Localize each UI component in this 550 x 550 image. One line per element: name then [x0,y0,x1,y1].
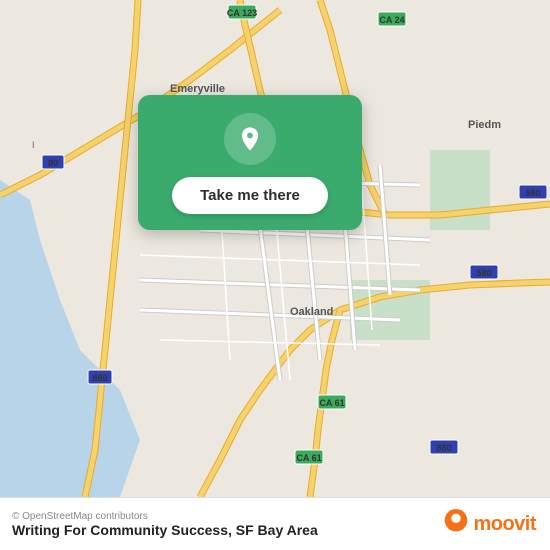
svg-text:880: 880 [436,443,451,453]
svg-text:580: 580 [476,268,491,278]
svg-text:I: I [32,140,35,150]
svg-text:Emeryville: Emeryville [170,83,225,95]
svg-text:Oakland: Oakland [290,306,333,318]
bottom-left-info: © OpenStreetMap contributors Writing For… [12,511,318,538]
svg-text:CA 24: CA 24 [379,15,404,25]
moovit-brand-text: moovit [473,513,536,536]
osm-attribution: © OpenStreetMap contributors [12,511,318,522]
moovit-pin-icon [443,508,469,540]
take-me-there-button[interactable]: Take me there [172,177,328,214]
svg-text:880: 880 [92,373,107,383]
svg-text:Piedm: Piedm [468,119,501,131]
map-pin-icon [224,113,276,165]
venue-name: Writing For Community Success, SF Bay Ar… [12,522,318,538]
map-container: 80 I 880 880 880 580 CA 24 CA 123 CA 61 … [0,0,550,497]
moovit-logo: moovit [443,508,536,540]
svg-text:580: 580 [525,188,540,198]
svg-text:80: 80 [48,158,58,168]
svg-text:CA 61: CA 61 [296,453,321,463]
svg-text:CA 61: CA 61 [319,398,344,408]
bottom-bar: © OpenStreetMap contributors Writing For… [0,497,550,550]
location-card: Take me there [138,95,362,230]
svg-text:CA 123: CA 123 [227,8,257,18]
